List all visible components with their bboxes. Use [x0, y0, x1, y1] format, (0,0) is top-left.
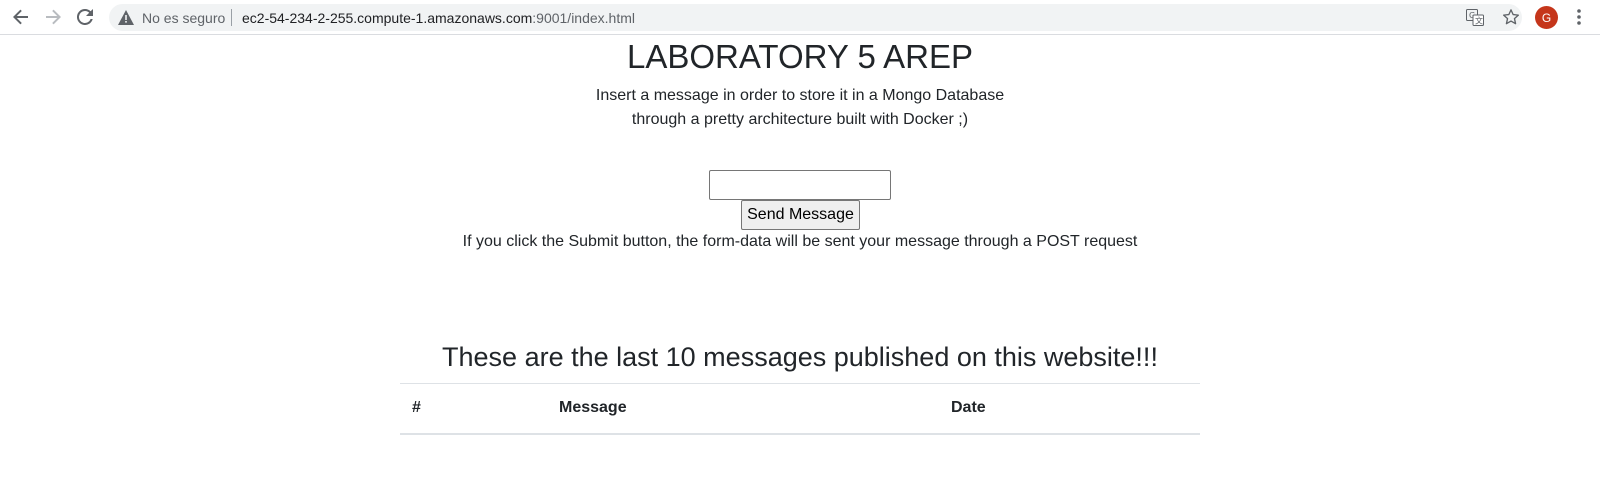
intro-text: Insert a message in order to store it in… [0, 84, 1600, 132]
table-header-row: # Message Date [400, 383, 1200, 435]
warning-icon [118, 10, 134, 25]
url-text[interactable]: ec2-54-234-2-255.compute-1.amazonaws.com… [242, 10, 635, 26]
more-menu-icon[interactable] [1575, 8, 1583, 26]
send-message-button[interactable]: Send Message [741, 200, 860, 230]
form-note: If you click the Submit button, the form… [462, 233, 1138, 250]
arrow-left-icon [13, 9, 28, 25]
message-input[interactable] [709, 170, 891, 200]
column-header-date: Date [939, 383, 1200, 435]
bookmark-star-icon[interactable] [1502, 8, 1520, 26]
browser-toolbar: No es seguro ec2-54-234-2-255.compute-1.… [0, 0, 1600, 35]
intro-line: through a pretty architecture built with… [631, 111, 969, 128]
translate-icon[interactable]: G文 [1466, 9, 1484, 26]
messages-table: # Message Date [400, 383, 1200, 435]
messages-title: These are the last 10 messages published… [442, 342, 1158, 372]
security-label[interactable]: No es seguro [142, 10, 225, 26]
url-host: ec2-54-234-2-255.compute-1.amazonaws.com [242, 10, 533, 26]
arrow-right-icon [46, 9, 61, 25]
column-header-message: Message [547, 383, 939, 435]
reload-button[interactable] [73, 5, 97, 29]
intro-line: Insert a message in order to store it in… [595, 87, 1005, 104]
address-bar[interactable]: No es seguro ec2-54-234-2-255.compute-1.… [109, 4, 1522, 31]
column-header-number: # [400, 383, 547, 435]
page-title: LABORATORY 5 AREP [626, 38, 974, 75]
reload-icon [77, 9, 93, 25]
omnibox-divider [231, 9, 232, 26]
svg-text:文: 文 [1475, 16, 1483, 26]
url-path: :9001/index.html [532, 10, 635, 26]
profile-avatar[interactable]: G [1535, 6, 1558, 29]
forward-button[interactable] [41, 5, 65, 29]
back-button[interactable] [9, 5, 33, 29]
